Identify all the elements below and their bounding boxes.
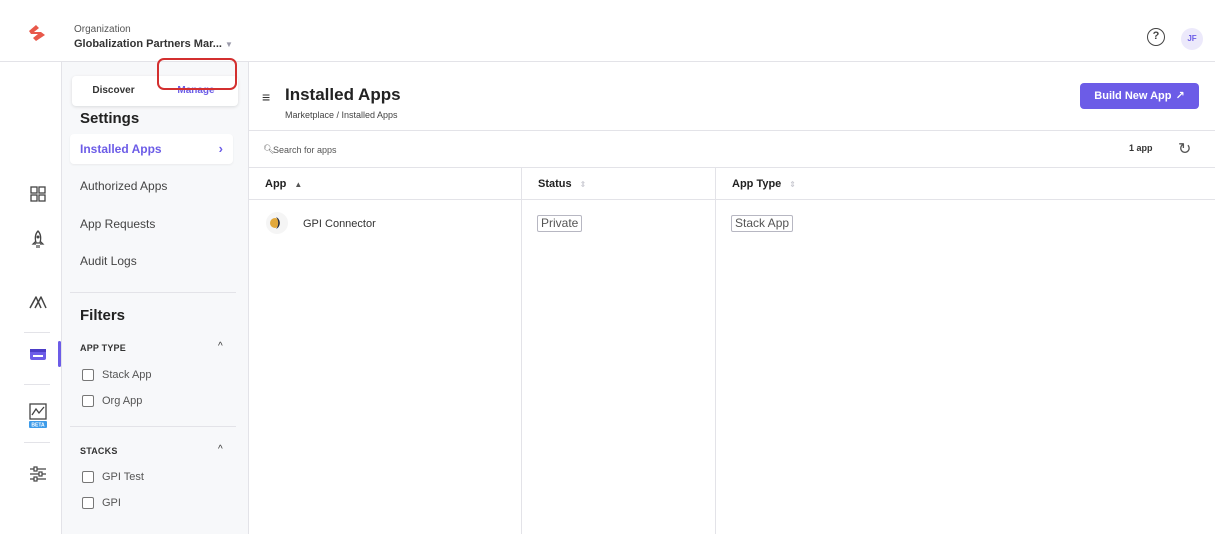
app-count: 1 app bbox=[1129, 143, 1153, 153]
settings-panel: Discover Manage Settings Installed Apps … bbox=[62, 58, 249, 534]
external-link-icon: ↗ bbox=[1175, 90, 1185, 102]
sidebar-item-label: App Requests bbox=[80, 217, 156, 231]
marketplace-store-icon[interactable] bbox=[28, 344, 48, 364]
filter-stacks-heading: STACKS bbox=[80, 446, 118, 456]
avatar[interactable]: JF bbox=[1181, 28, 1203, 50]
build-new-app-label: Build New App bbox=[1094, 90, 1172, 102]
nav-active-indicator bbox=[58, 341, 61, 367]
settings-sliders-icon[interactable] bbox=[28, 464, 48, 484]
beta-badge: BETA bbox=[31, 423, 45, 429]
table-header: App ▲ Status ⇕ App Type ⇕ bbox=[249, 168, 1215, 200]
page-title: Installed Apps bbox=[285, 85, 401, 104]
chevron-down-icon: ▼ bbox=[224, 40, 233, 49]
chevron-up-icon[interactable]: ^ bbox=[218, 444, 223, 455]
org-switcher[interactable]: Organization Globalization Partners Mar.… bbox=[74, 24, 233, 53]
settings-heading: Settings bbox=[80, 110, 140, 127]
search-input[interactable] bbox=[273, 142, 523, 158]
search-bar: 🔍︎ 1 app ↻ bbox=[249, 130, 1215, 168]
nav-divider bbox=[24, 332, 50, 333]
column-header-status[interactable]: Status ⇕ bbox=[538, 168, 586, 200]
sidebar-item-label: Audit Logs bbox=[80, 254, 137, 268]
filter-option-org-app[interactable]: Org App bbox=[82, 394, 142, 408]
tab-discover[interactable]: Discover bbox=[72, 76, 155, 106]
contentstack-logo-icon[interactable] bbox=[26, 22, 48, 44]
breadcrumb: Marketplace / Installed Apps bbox=[285, 110, 398, 120]
app-logo-icon bbox=[266, 212, 288, 234]
sort-icon[interactable]: ⇕ bbox=[789, 180, 796, 189]
filter-option-gpi-test[interactable]: GPI Test bbox=[82, 470, 144, 484]
column-label: App bbox=[265, 178, 287, 190]
nav-divider bbox=[24, 384, 50, 385]
filter-option-label: GPI bbox=[102, 497, 121, 509]
menu-icon[interactable]: ≡ bbox=[262, 89, 270, 105]
org-name: Globalization Partners Mar... bbox=[74, 38, 222, 50]
sidebar-item-audit-logs[interactable]: Audit Logs bbox=[62, 246, 249, 276]
sidebar-item-label: Installed Apps bbox=[80, 142, 162, 156]
chevron-right-icon: › bbox=[218, 141, 223, 156]
checkbox[interactable] bbox=[82, 497, 94, 509]
org-label: Organization bbox=[74, 24, 131, 35]
panel-divider bbox=[70, 292, 236, 293]
sidebar-item-label: Authorized Apps bbox=[80, 179, 168, 193]
sidebar-item-app-requests[interactable]: App Requests bbox=[62, 209, 249, 239]
chevron-up-icon[interactable]: ^ bbox=[218, 341, 223, 352]
filters-heading: Filters bbox=[80, 307, 126, 324]
filter-app-type-heading: APP TYPE bbox=[80, 343, 126, 353]
status-badge: Private bbox=[537, 215, 583, 232]
app-type-badge: Stack App bbox=[731, 215, 794, 232]
column-divider bbox=[715, 168, 716, 534]
checkbox[interactable] bbox=[82, 395, 94, 407]
filter-option-label: GPI Test bbox=[102, 471, 144, 483]
nav-divider bbox=[24, 442, 50, 443]
column-label: App Type bbox=[732, 178, 782, 190]
sidebar-item-installed-apps[interactable]: Installed Apps › bbox=[70, 134, 233, 164]
column-header-app-type[interactable]: App Type ⇕ bbox=[732, 168, 796, 200]
column-header-app[interactable]: App ▲ bbox=[265, 168, 302, 200]
analytics-beta-icon[interactable]: BETA bbox=[28, 402, 48, 430]
filter-option-stack-app[interactable]: Stack App bbox=[82, 368, 152, 382]
dashboard-grid-icon[interactable] bbox=[28, 184, 48, 204]
rocket-icon[interactable] bbox=[28, 230, 48, 250]
checkbox[interactable] bbox=[82, 471, 94, 483]
highlight-annotation bbox=[157, 58, 237, 90]
app-name[interactable]: GPI Connector bbox=[303, 218, 376, 230]
sort-icon[interactable]: ⇕ bbox=[580, 180, 587, 189]
column-label: Status bbox=[538, 178, 572, 190]
refresh-icon[interactable]: ↻ bbox=[1178, 139, 1191, 159]
column-divider bbox=[521, 168, 522, 534]
filter-option-label: Stack App bbox=[102, 369, 152, 381]
main-content: ≡ Installed Apps Marketplace / Installed… bbox=[249, 62, 1215, 534]
left-nav: BETA bbox=[0, 62, 62, 534]
help-circle-icon[interactable]: ? bbox=[1147, 28, 1165, 46]
automate-icon[interactable] bbox=[28, 292, 48, 312]
top-bar: Organization Globalization Partners Mar.… bbox=[0, 0, 1215, 62]
filter-option-gpi[interactable]: GPI bbox=[82, 496, 121, 510]
sort-ascending-icon[interactable]: ▲ bbox=[294, 180, 302, 189]
build-new-app-button[interactable]: Build New App ↗ bbox=[1080, 83, 1199, 109]
panel-divider bbox=[70, 426, 236, 427]
sidebar-item-authorized-apps[interactable]: Authorized Apps bbox=[62, 171, 249, 201]
filter-option-label: Org App bbox=[102, 395, 143, 407]
checkbox[interactable] bbox=[82, 369, 94, 381]
